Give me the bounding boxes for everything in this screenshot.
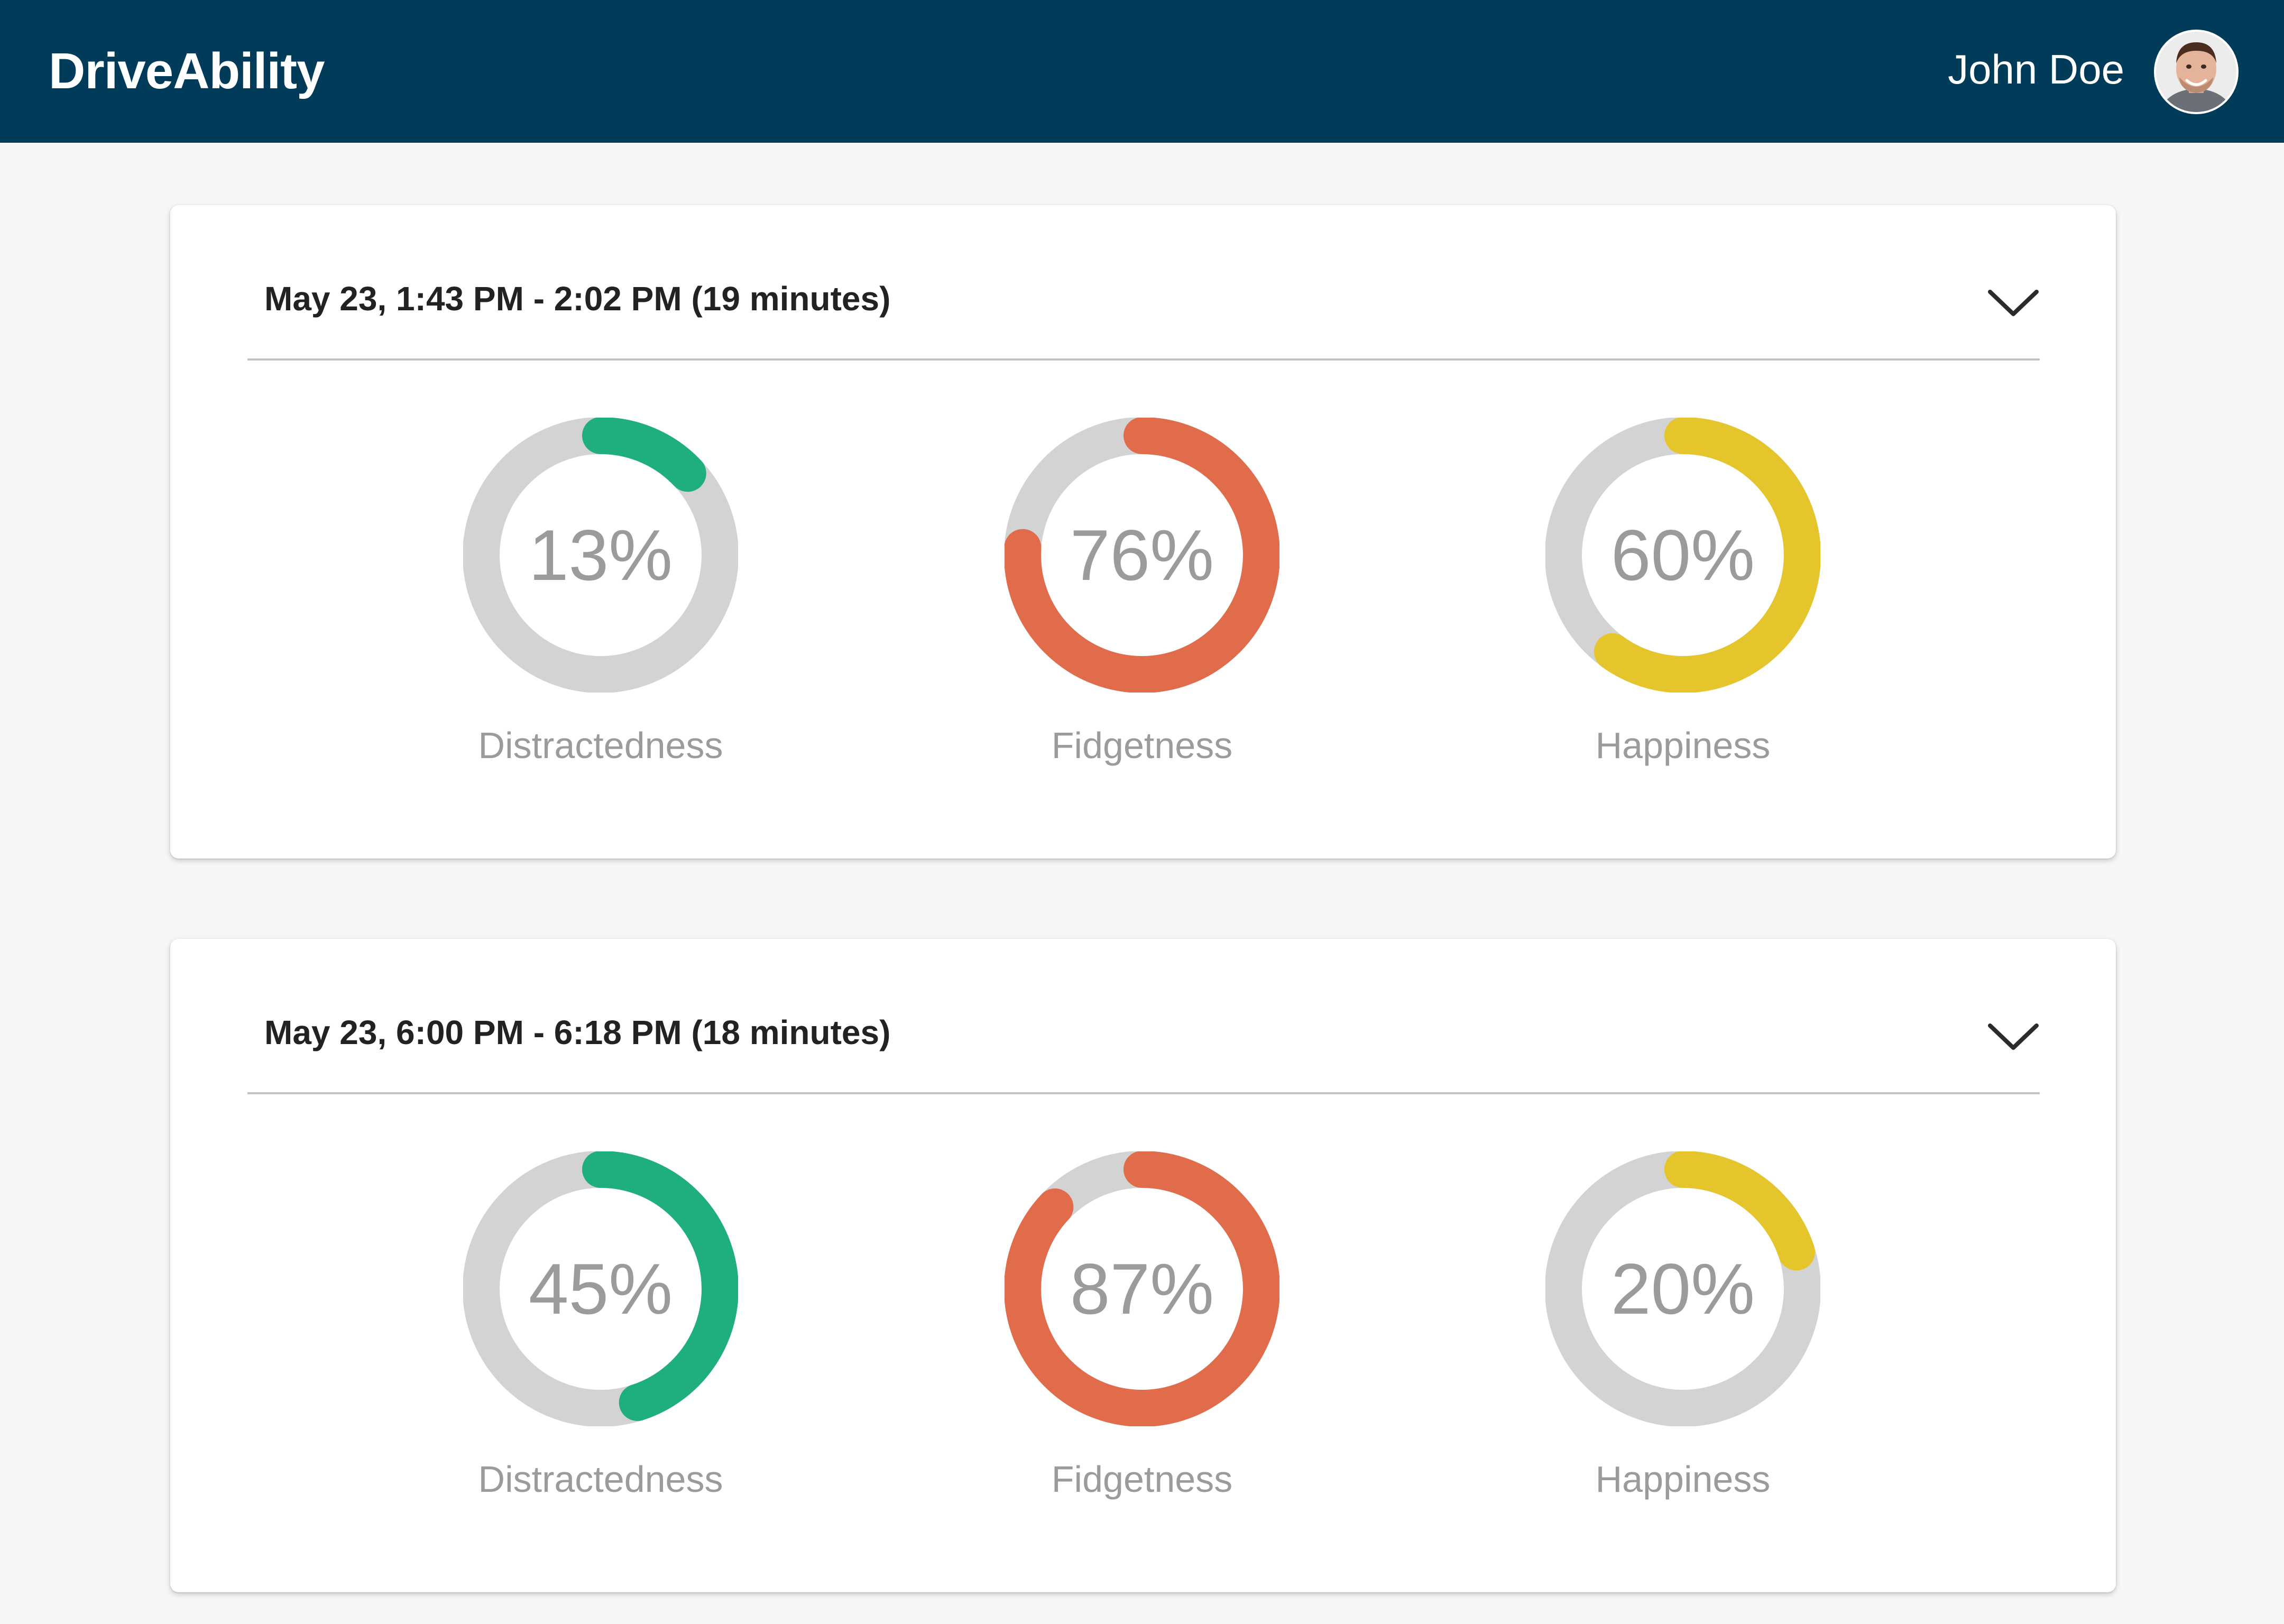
- chevron-down-icon[interactable]: [1987, 284, 2040, 321]
- chevron-down-icon[interactable]: [1987, 1018, 2040, 1055]
- trip-card: May 23, 1:43 PM - 2:02 PM (19 minutes) 1…: [170, 205, 2116, 859]
- metric-distractedness: 13% Distractedness: [463, 418, 738, 798]
- distractedness-label: Distractedness: [478, 725, 723, 766]
- trip-card-header[interactable]: May 23, 1:43 PM - 2:02 PM (19 minutes): [247, 205, 2040, 361]
- app-title[interactable]: DriveAbility: [49, 0, 325, 143]
- happiness-value: 60%: [1610, 515, 1755, 595]
- fidgetness-value: 76%: [1070, 515, 1214, 595]
- metric-happiness: 60% Happiness: [1545, 418, 1820, 798]
- happiness-label: Happiness: [1595, 1459, 1771, 1500]
- distractedness-value: 45%: [528, 1249, 673, 1329]
- metric-happiness: 20% Happiness: [1545, 1151, 1820, 1532]
- fidgetness-label: Fidgetness: [1051, 725, 1233, 766]
- trip-time-range: May 23, 1:43 PM - 2:02 PM (19 minutes): [264, 280, 891, 318]
- fidgetness-label: Fidgetness: [1051, 1459, 1233, 1500]
- metric-distractedness: 45% Distractedness: [463, 1151, 738, 1532]
- metric-fidgetness: 76% Fidgetness: [1005, 418, 1279, 798]
- top-app-bar: DriveAbility John Doe: [0, 0, 2284, 143]
- user-name[interactable]: John Doe: [1948, 0, 2124, 139]
- avatar[interactable]: [2156, 32, 2236, 112]
- trip-card-header[interactable]: May 23, 6:00 PM - 6:18 PM (18 minutes): [247, 939, 2040, 1094]
- trip-card: May 23, 6:00 PM - 6:18 PM (18 minutes) 4…: [170, 939, 2116, 1592]
- happiness-value: 20%: [1610, 1249, 1755, 1329]
- happiness-label: Happiness: [1595, 725, 1771, 766]
- distractedness-label: Distractedness: [478, 1459, 723, 1500]
- trip-time-range: May 23, 6:00 PM - 6:18 PM (18 minutes): [264, 1013, 891, 1051]
- metric-fidgetness: 87% Fidgetness: [1005, 1151, 1279, 1532]
- user-avatar-photo-icon: [2156, 32, 2236, 112]
- fidgetness-value: 87%: [1070, 1249, 1214, 1329]
- distractedness-value: 13%: [528, 515, 673, 595]
